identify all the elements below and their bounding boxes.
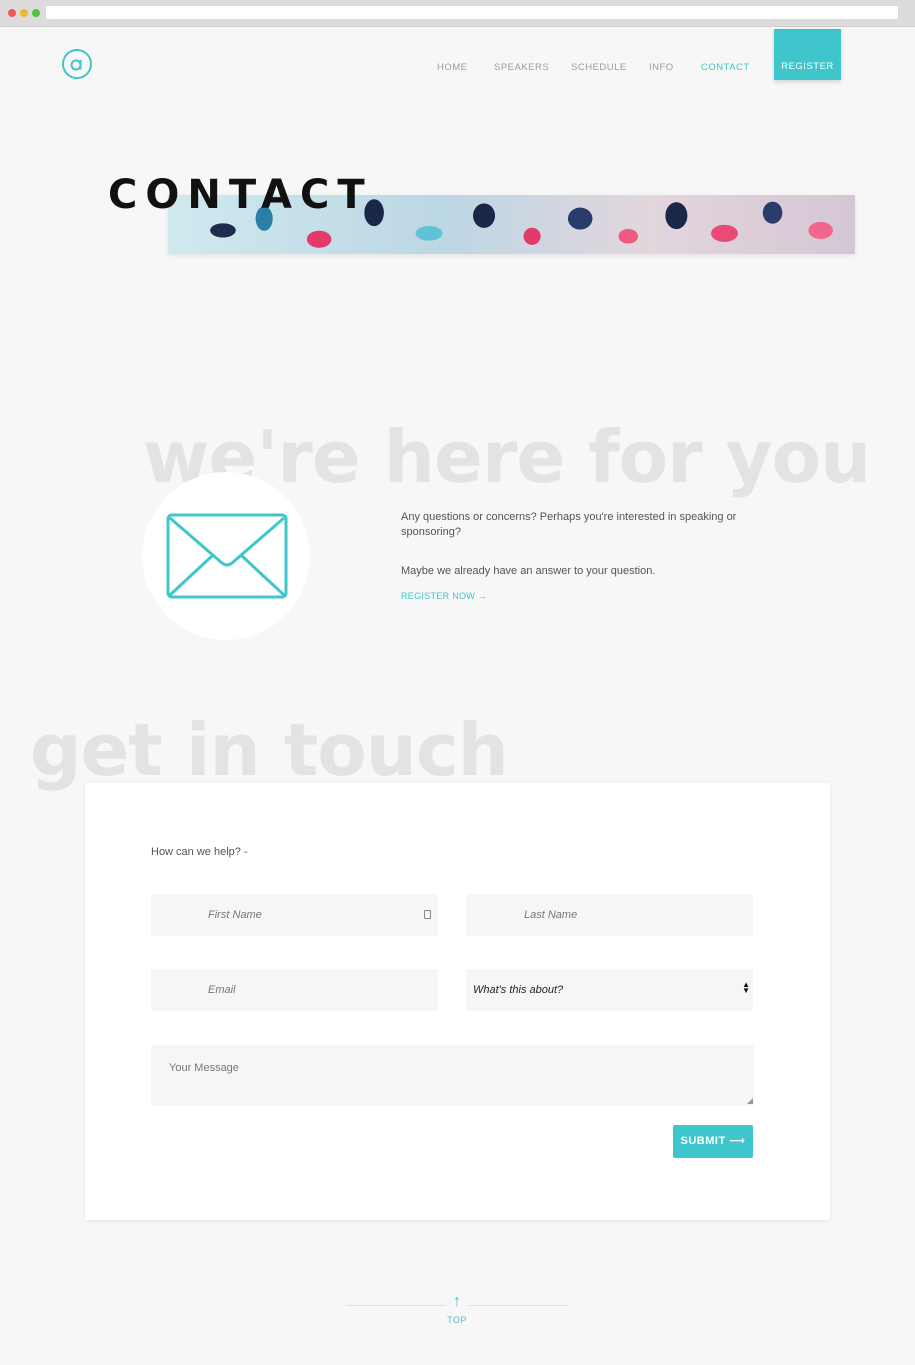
- register-button[interactable]: REGISTER: [774, 29, 841, 80]
- top-label[interactable]: TOP: [444, 1315, 470, 1325]
- first-name-field[interactable]: First Name: [151, 894, 438, 936]
- message-placeholder: Your Message: [169, 1062, 239, 1074]
- envelope-icon: [166, 513, 288, 599]
- browser-chrome: [0, 0, 915, 27]
- nav-home[interactable]: HOME: [437, 62, 468, 73]
- nav-schedule[interactable]: SCHEDULE: [571, 62, 627, 73]
- last-name-placeholder: Last Name: [524, 909, 578, 921]
- resize-grip-icon[interactable]: ◢: [747, 1096, 753, 1105]
- nav-speakers[interactable]: SPEAKERS: [494, 62, 549, 73]
- intro-question: Any questions or concerns? Perhaps you'r…: [401, 511, 737, 538]
- form-heading: How can we help? -: [151, 846, 248, 858]
- divider-left: [346, 1305, 446, 1306]
- submit-button[interactable]: SUBMIT ⟶: [673, 1125, 753, 1158]
- email-placeholder: Email: [208, 984, 236, 996]
- nav-info[interactable]: INFO: [649, 62, 674, 73]
- message-textarea[interactable]: Your Message ◢: [151, 1045, 754, 1106]
- intro-text: Any questions or concerns? Perhaps you'r…: [401, 510, 761, 577]
- email-field[interactable]: Email: [151, 969, 438, 1011]
- window-maximize-icon[interactable]: [32, 9, 40, 17]
- first-name-placeholder: First Name: [208, 909, 262, 921]
- arrow-up-icon[interactable]: ↑: [450, 1293, 464, 1311]
- nav-contact[interactable]: CONTACT: [701, 62, 750, 73]
- back-to-top[interactable]: ↑ TOP: [346, 1293, 568, 1326]
- topic-selected-value: What's this about?: [473, 984, 564, 996]
- window-close-icon[interactable]: [8, 9, 16, 17]
- contact-card-icon: [424, 910, 431, 919]
- window-minimize-icon[interactable]: [20, 9, 28, 17]
- last-name-field[interactable]: Last Name: [466, 894, 753, 936]
- divider-right: [468, 1305, 568, 1306]
- watermark-heading-touch: get in touch: [30, 708, 509, 792]
- address-bar[interactable]: [46, 6, 898, 19]
- page-title: CONTACT: [108, 172, 373, 218]
- contact-form: How can we help? - First Name Last Name …: [85, 783, 830, 1220]
- register-now-link[interactable]: REGISTER NOW →: [401, 591, 487, 601]
- topic-select[interactable]: What's this about? ▲ ▼: [466, 969, 753, 1011]
- select-arrows-icon: ▲ ▼: [742, 980, 750, 995]
- envelope-badge: [142, 472, 310, 640]
- intro-answer: Maybe we already have an answer to your …: [401, 565, 656, 577]
